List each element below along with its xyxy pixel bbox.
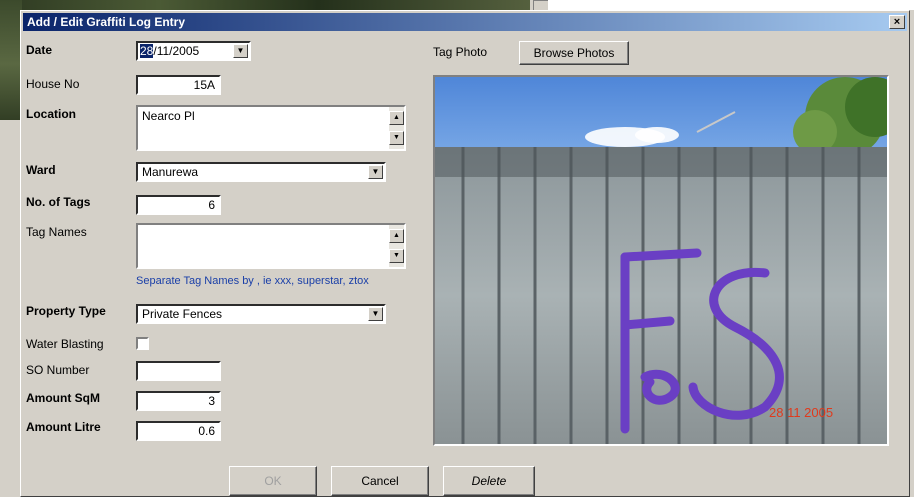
cancel-button[interactable]: Cancel — [331, 466, 429, 496]
water-blasting-label: Water Blasting — [26, 337, 104, 351]
ok-label: OK — [264, 474, 282, 488]
close-button[interactable]: × — [889, 15, 905, 29]
location-textarea[interactable]: Nearco Pl ▲ ▼ — [136, 105, 406, 151]
dialog-title-bar[interactable]: Add / Edit Graffiti Log Entry × — [23, 13, 907, 31]
graffiti-log-dialog: Add / Edit Graffiti Log Entry × Date 28/… — [20, 10, 910, 497]
delete-label: Delete — [471, 474, 507, 488]
close-icon: × — [893, 16, 901, 28]
location-scrollbar[interactable]: ▲ ▼ — [389, 107, 404, 149]
no-of-tags-field[interactable]: 6 — [136, 195, 221, 215]
tag-names-hint: Separate Tag Names by , ie xxx, supersta… — [136, 275, 369, 287]
background-photo-edge — [0, 0, 22, 128]
amount-litre-label: Amount Litre — [26, 420, 101, 434]
chevron-down-icon: ▼ — [236, 46, 245, 55]
date-dropdown-button[interactable]: ▼ — [233, 44, 248, 58]
house-no-label: House No — [26, 77, 80, 91]
date-day-segment[interactable]: 28 — [140, 44, 154, 58]
property-type-value: Private Fences — [142, 307, 223, 321]
tag-photo-image: 28 11 2005 — [435, 77, 887, 444]
date-label: Date — [26, 43, 53, 57]
property-type-select[interactable]: Private Fences ▼ — [136, 304, 386, 324]
water-blasting-checkbox[interactable] — [136, 337, 149, 350]
delete-button[interactable]: Delete — [443, 466, 535, 496]
scroll-up-icon[interactable]: ▲ — [389, 229, 404, 243]
ward-label: Ward — [26, 163, 56, 177]
amount-sqm-field[interactable]: 3 — [136, 391, 221, 411]
tag-photo-label: Tag Photo — [433, 45, 488, 59]
property-type-label: Property Type — [26, 304, 106, 318]
property-type-dropdown-button[interactable]: ▼ — [368, 307, 383, 321]
photo-date-stamp: 28 11 2005 — [769, 405, 833, 420]
location-value: Nearco Pl — [142, 109, 195, 123]
tag-names-textarea[interactable]: ▲ ▼ — [136, 223, 406, 269]
ward-dropdown-button[interactable]: ▼ — [368, 165, 383, 179]
amount-litre-field[interactable]: 0.6 — [136, 421, 221, 441]
browse-photos-label: Browse Photos — [533, 46, 615, 60]
ok-button[interactable]: OK — [229, 466, 317, 496]
so-number-field[interactable] — [136, 361, 221, 381]
chevron-down-icon: ▼ — [371, 309, 380, 318]
tag-photo: 28 11 2005 — [433, 75, 889, 446]
ward-select[interactable]: Manurewa ▼ — [136, 162, 386, 182]
scroll-up-icon[interactable]: ▲ — [389, 111, 404, 125]
cancel-label: Cancel — [361, 474, 399, 488]
background-window — [548, 0, 914, 10]
house-no-field[interactable]: 15A — [136, 75, 221, 95]
amount-sqm-label: Amount SqM — [26, 391, 100, 405]
ward-value: Manurewa — [142, 165, 199, 179]
date-rest-segment: /11/2005 — [153, 44, 200, 58]
date-picker[interactable]: 28/11/2005 ▼ — [136, 41, 251, 61]
browse-photos-button[interactable]: Browse Photos — [519, 41, 629, 65]
location-label: Location — [26, 107, 76, 121]
tag-names-scrollbar[interactable]: ▲ ▼ — [389, 225, 404, 267]
no-of-tags-label: No. of Tags — [26, 195, 91, 209]
scroll-down-icon[interactable]: ▼ — [389, 249, 404, 263]
so-number-label: SO Number — [26, 363, 90, 377]
dialog-title: Add / Edit Graffiti Log Entry — [27, 15, 185, 29]
tag-names-label: Tag Names — [26, 225, 87, 239]
scroll-down-icon[interactable]: ▼ — [389, 131, 404, 145]
chevron-down-icon: ▼ — [371, 167, 380, 176]
